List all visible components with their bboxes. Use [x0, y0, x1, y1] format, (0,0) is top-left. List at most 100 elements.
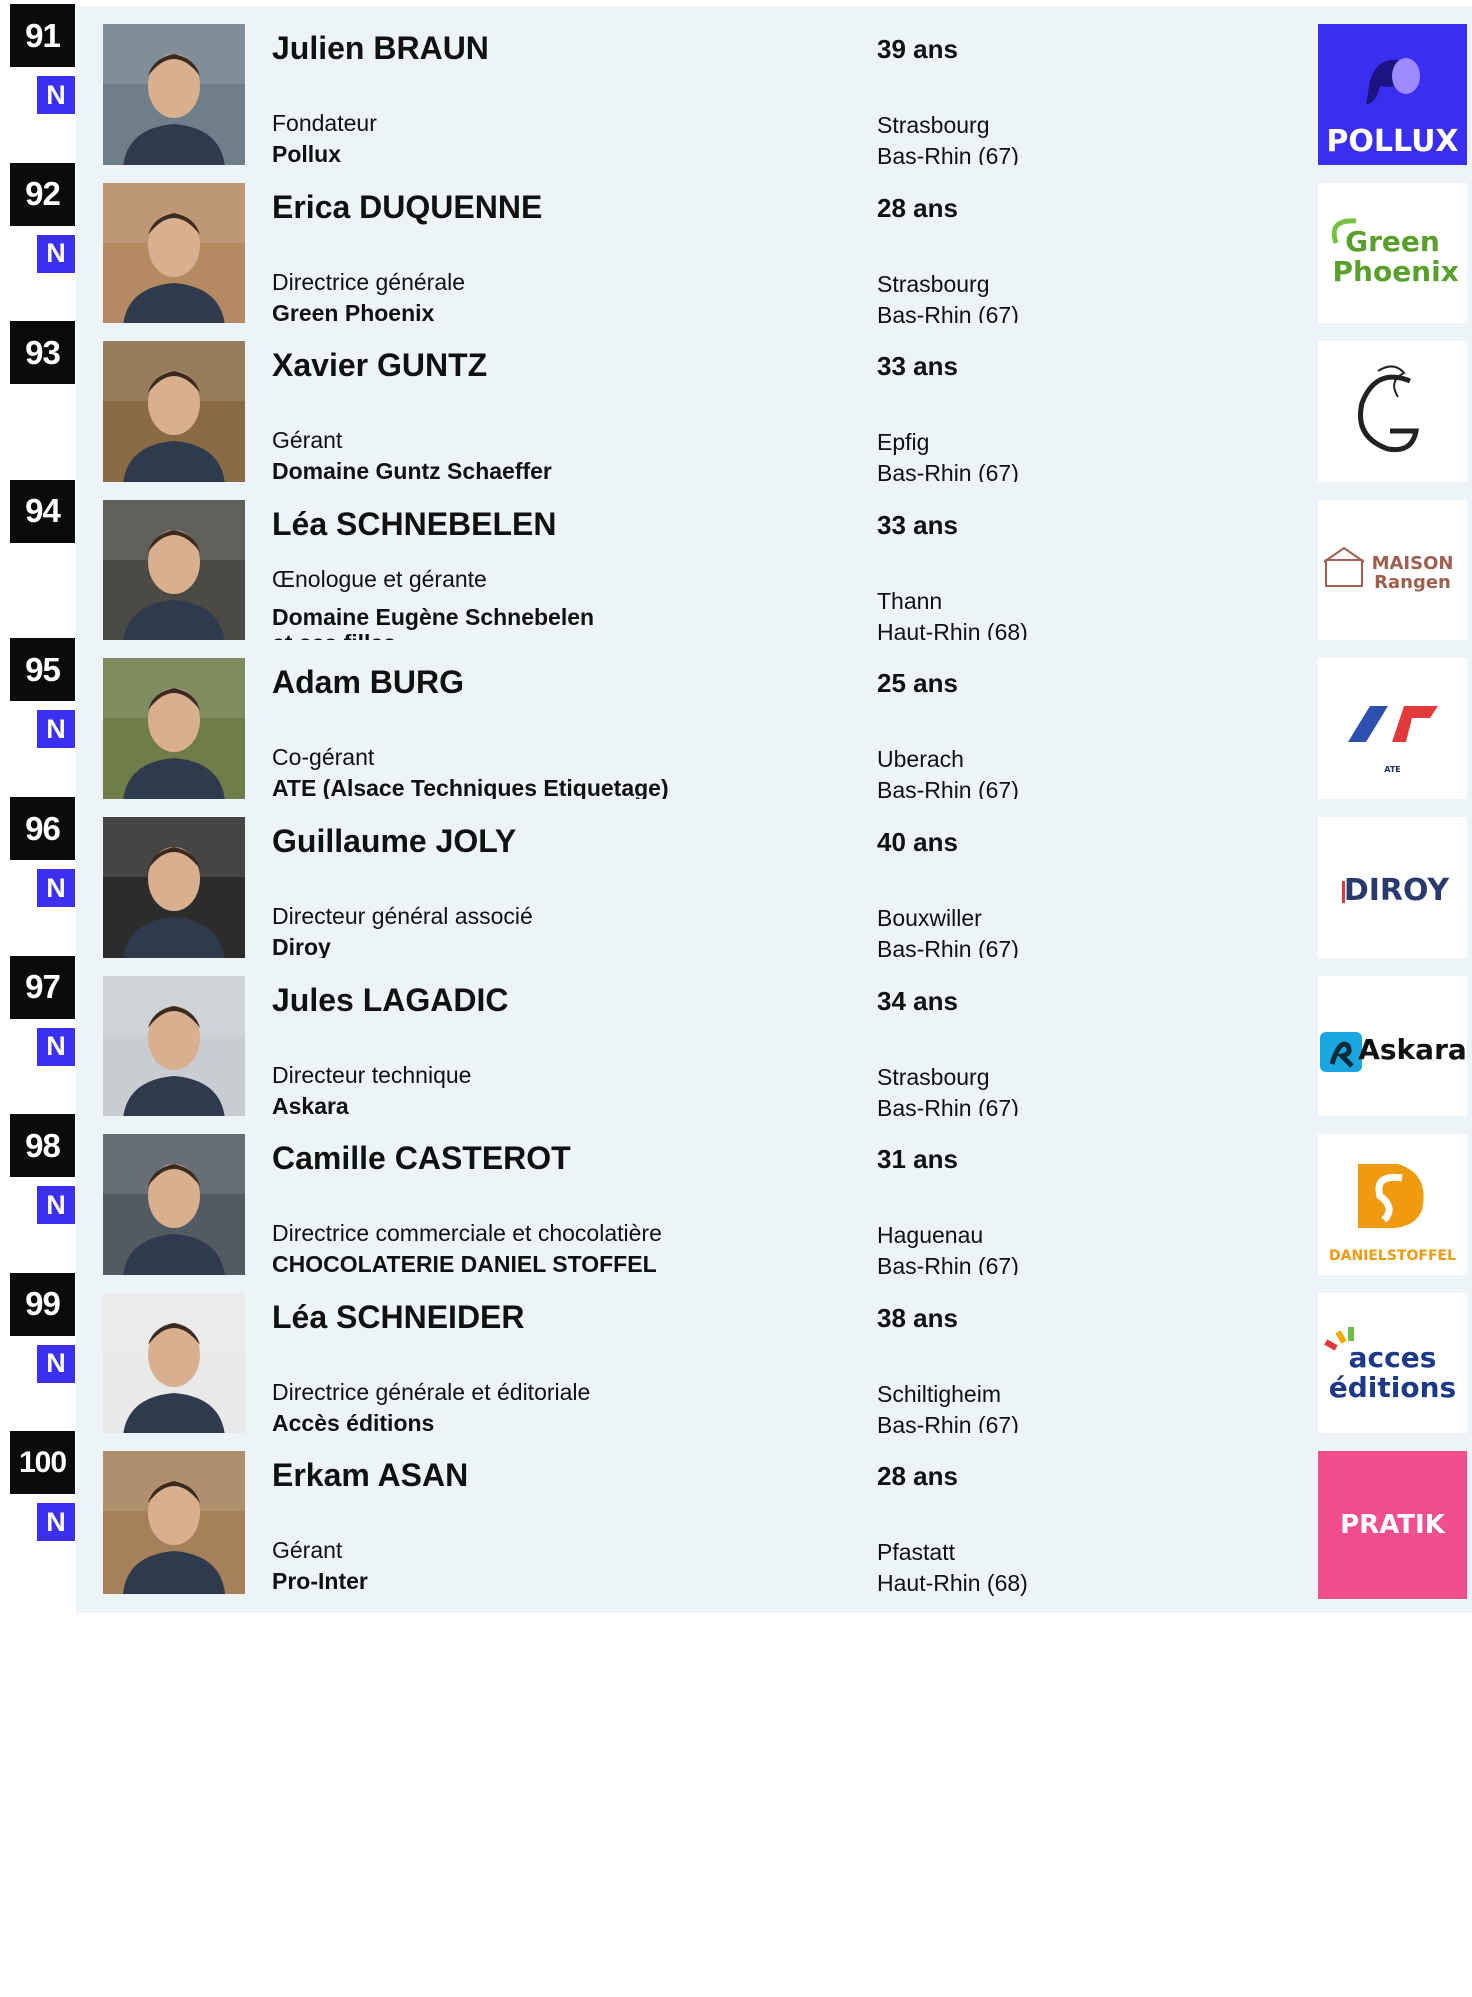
rank-number: 97 [10, 955, 75, 1019]
age: 33 ans [877, 351, 958, 382]
portrait-photo [103, 1134, 245, 1278]
ate-logo: ATE [1318, 658, 1467, 807]
portrait-photo [103, 182, 245, 326]
rank-number: 98 [10, 1114, 75, 1178]
person-name: Erkam ASAN [272, 1457, 469, 1494]
ranking-entry: 97 N Jules LAGADIC Directeur technique Askar… [0, 955, 1472, 1138]
age: 39 ans [877, 34, 958, 64]
logo-wordmark: Green Phoenix [1332, 225, 1459, 288]
rank-number: 92 [10, 162, 75, 226]
new-badge: N [37, 869, 75, 907]
portrait-photo [103, 499, 245, 643]
rank-number: 96 [10, 797, 75, 860]
new-badge: N [37, 76, 75, 114]
job-title: Co-gérant [272, 744, 375, 771]
daniel-stoffel-logo: DANIELSTOFFEL [1318, 1134, 1467, 1283]
pratik-logo: PRATIK [1318, 1451, 1467, 1600]
logo-wordmark: POLLUX [1326, 124, 1459, 160]
city: Pfastatt [877, 1539, 955, 1566]
portrait-photo [103, 817, 245, 960]
age: 28 ans [877, 192, 958, 223]
new-badge: N [37, 1186, 75, 1225]
city: Uberach [877, 746, 964, 773]
new-badge: N [37, 710, 75, 749]
person-name: Guillaume JOLY [272, 823, 517, 859]
portrait-photo [103, 1292, 245, 1436]
new-badge: N [37, 234, 75, 273]
age: 28 ans [877, 1461, 958, 1492]
ranking-entry: 98 N Camille CASTEROT Directrice commercial… [0, 1114, 1472, 1297]
rank-number: 100 [10, 1431, 75, 1495]
person-name: Jules LAGADIC [272, 981, 509, 1018]
portrait-photo [103, 658, 245, 802]
diroy-logo: DIROY [1318, 817, 1467, 965]
rank-number: 94 [10, 479, 75, 543]
job-title: Directeur technique [272, 1061, 472, 1088]
portrait-photo [103, 975, 245, 1119]
maison-rangen-logo: MAISON Rangen [1318, 499, 1467, 648]
new-badge: N [37, 1344, 75, 1383]
person-name: Erica DUQUENNE [272, 188, 543, 225]
ranking-entry: 99 N Léa SCHNEIDER Directrice générale et é… [0, 1272, 1472, 1455]
person-name: Léa SCHNEIDER [272, 1298, 525, 1335]
job-title: Œnologue et gérante [272, 565, 487, 592]
city: Strasbourg [877, 270, 990, 297]
portrait-photo [103, 341, 245, 485]
city: Haguenau [877, 1222, 984, 1249]
age: 33 ans [877, 509, 958, 540]
logo-wordmark: acces éditions [1328, 1341, 1457, 1404]
monogram-g-logo: G [1318, 341, 1467, 490]
ranking-entry: 100 N Erkam ASAN Gérant Pro-Inter 28 ans Pfast… [0, 1431, 1472, 1614]
logo-wordmark: Askara [1358, 1032, 1467, 1066]
age: 40 ans [877, 827, 958, 857]
ranking-entry: 96 N Guillaume JOLY Directeur général assoc… [0, 797, 1472, 979]
age: 34 ans [877, 985, 958, 1016]
ranking-entry: 93 Xavier GUNTZ Gérant Domaine Guntz Schaef… [0, 321, 1472, 504]
age: 25 ans [877, 668, 958, 699]
city: Strasbourg [877, 1063, 990, 1090]
job-title: Directrice générale et éditoriale [272, 1378, 591, 1405]
department: Haut-Rhin (68) [877, 1570, 1028, 1597]
city: Schiltigheim [877, 1380, 1001, 1407]
ranking-entry: 91 N Julien BRAUN Fondateur Pollux 39 ans Stra… [0, 4, 1472, 186]
city: Epfig [877, 429, 930, 456]
rank-number: 99 [10, 1272, 75, 1336]
city: Bouxwiller [877, 905, 982, 931]
portrait-photo [103, 24, 245, 167]
new-badge: N [37, 1503, 75, 1542]
pollux-logo: POLLUX [1318, 24, 1467, 172]
company-name: Pro-Inter [272, 1568, 368, 1595]
rank-number: 93 [10, 321, 75, 385]
job-title: Gérant [272, 427, 343, 454]
new-badge: N [37, 1027, 75, 1066]
person-name: Camille CASTEROT [272, 1140, 571, 1177]
city: Strasbourg [877, 112, 990, 138]
rank-number: 91 [10, 4, 75, 67]
job-title: Fondateur [272, 110, 377, 136]
ranking-entry: 95 N Adam BURG Co-gérant ATE (Alsace Techniq… [0, 638, 1472, 821]
rank-number: 95 [10, 638, 75, 702]
person-name: Xavier GUNTZ [272, 347, 488, 384]
job-title: Directrice commerciale et chocolatière [272, 1220, 662, 1247]
logo-wordmark: DIROY [1343, 873, 1450, 909]
job-title: Directeur général associé [272, 903, 533, 929]
person-name: Adam BURG [272, 664, 465, 701]
age: 31 ans [877, 1144, 958, 1175]
green-phoenix-logo: Green Phoenix [1318, 182, 1467, 331]
person-name: Julien BRAUN [272, 30, 489, 66]
ranking-entry: 92 N Erica DUQUENNE Directrice générale Gree… [0, 162, 1472, 345]
askara-logo: Askara [1318, 975, 1467, 1124]
job-title: Directrice générale [272, 268, 466, 295]
person-name: Léa SCHNEBELEN [272, 505, 557, 542]
logo-wordmark: DANIELSTOFFEL [1328, 1247, 1456, 1264]
city: Thann [877, 587, 943, 614]
logo-wordmark: G [1392, 415, 1393, 416]
ranking-entry: 94 Léa SCHNEBELEN Œnologue et gérante Domai… [0, 479, 1472, 662]
logo-wordmark: ATE [1384, 765, 1401, 775]
job-title: Gérant [272, 1537, 343, 1564]
logo-wordmark: PRATIK [1340, 1509, 1445, 1540]
acces-editions-logo: acces éditions [1318, 1292, 1467, 1441]
portrait-photo [103, 1451, 245, 1595]
logo-wordmark: MAISON Rangen [1371, 552, 1454, 593]
age: 38 ans [877, 1302, 958, 1333]
